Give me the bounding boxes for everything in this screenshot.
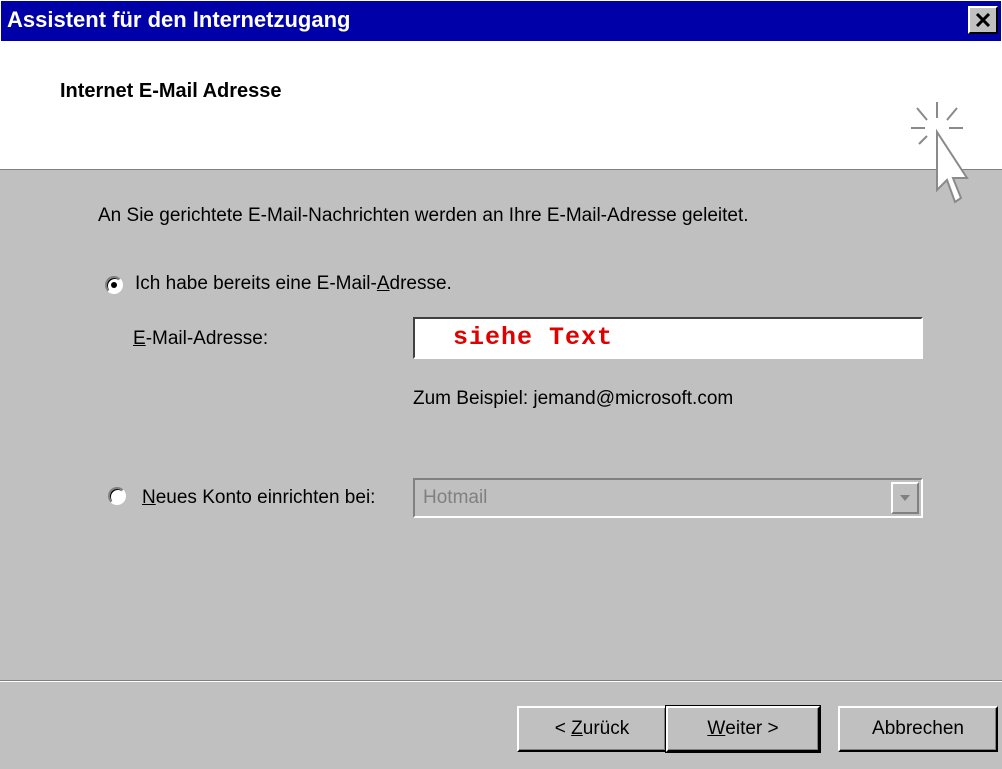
label-part: <	[554, 718, 572, 739]
provider-select[interactable]: Hotmail	[413, 478, 923, 518]
accelerator-key: E	[133, 328, 146, 349]
intro-text: An Sie gerichtete E-Mail-Nachrichten wer…	[98, 205, 749, 226]
back-button[interactable]: < Zurück	[517, 706, 667, 752]
accelerator-key: A	[376, 273, 390, 294]
example-hint: Zum Beispiel: jemand@microsoft.com	[413, 388, 734, 409]
accelerator-key: Z	[571, 718, 583, 739]
close-x-icon	[975, 13, 991, 27]
label-part: eiter >	[725, 718, 779, 739]
label-part: -Mail-Adresse:	[145, 328, 269, 349]
accelerator-key: W	[707, 718, 726, 739]
wizard-header: Internet E-Mail Adresse	[0, 42, 1002, 204]
radio-existing-address-label[interactable]: Ich habe bereits eine E-Mail-Adresse.	[135, 273, 452, 295]
radio-existing-address[interactable]	[105, 276, 123, 294]
email-address-label: E-Mail-Adresse:	[133, 328, 268, 350]
page-title: Internet E-Mail Adresse	[60, 80, 282, 102]
next-button[interactable]: Weiter >	[665, 705, 821, 753]
email-address-input[interactable]: siehe Text	[413, 317, 923, 359]
label-part: eues Konto einrichten bei:	[155, 487, 376, 508]
provider-select-value: Hotmail	[423, 487, 488, 508]
label-part: dresse.	[389, 273, 452, 294]
title-bar: Assistent für den Internetzugang	[0, 0, 1002, 42]
dropdown-arrow-button[interactable]	[891, 482, 919, 514]
accelerator-key: N	[142, 487, 156, 508]
radio-selected-dot	[111, 282, 117, 288]
divider	[0, 680, 1002, 682]
radio-new-account[interactable]	[108, 487, 126, 505]
window-title: Assistent für den Internetzugang	[7, 7, 351, 32]
radio-new-account-label[interactable]: Neues Konto einrichten bei:	[142, 487, 375, 509]
label-part: Ich habe bereits eine E-Mail-	[135, 273, 377, 294]
chevron-down-icon	[900, 495, 910, 501]
close-button[interactable]	[968, 6, 998, 34]
label-part: urück	[582, 718, 630, 739]
cancel-button[interactable]: Abbrechen	[838, 706, 998, 752]
wizard-cursor-sparkle-icon	[911, 102, 969, 204]
